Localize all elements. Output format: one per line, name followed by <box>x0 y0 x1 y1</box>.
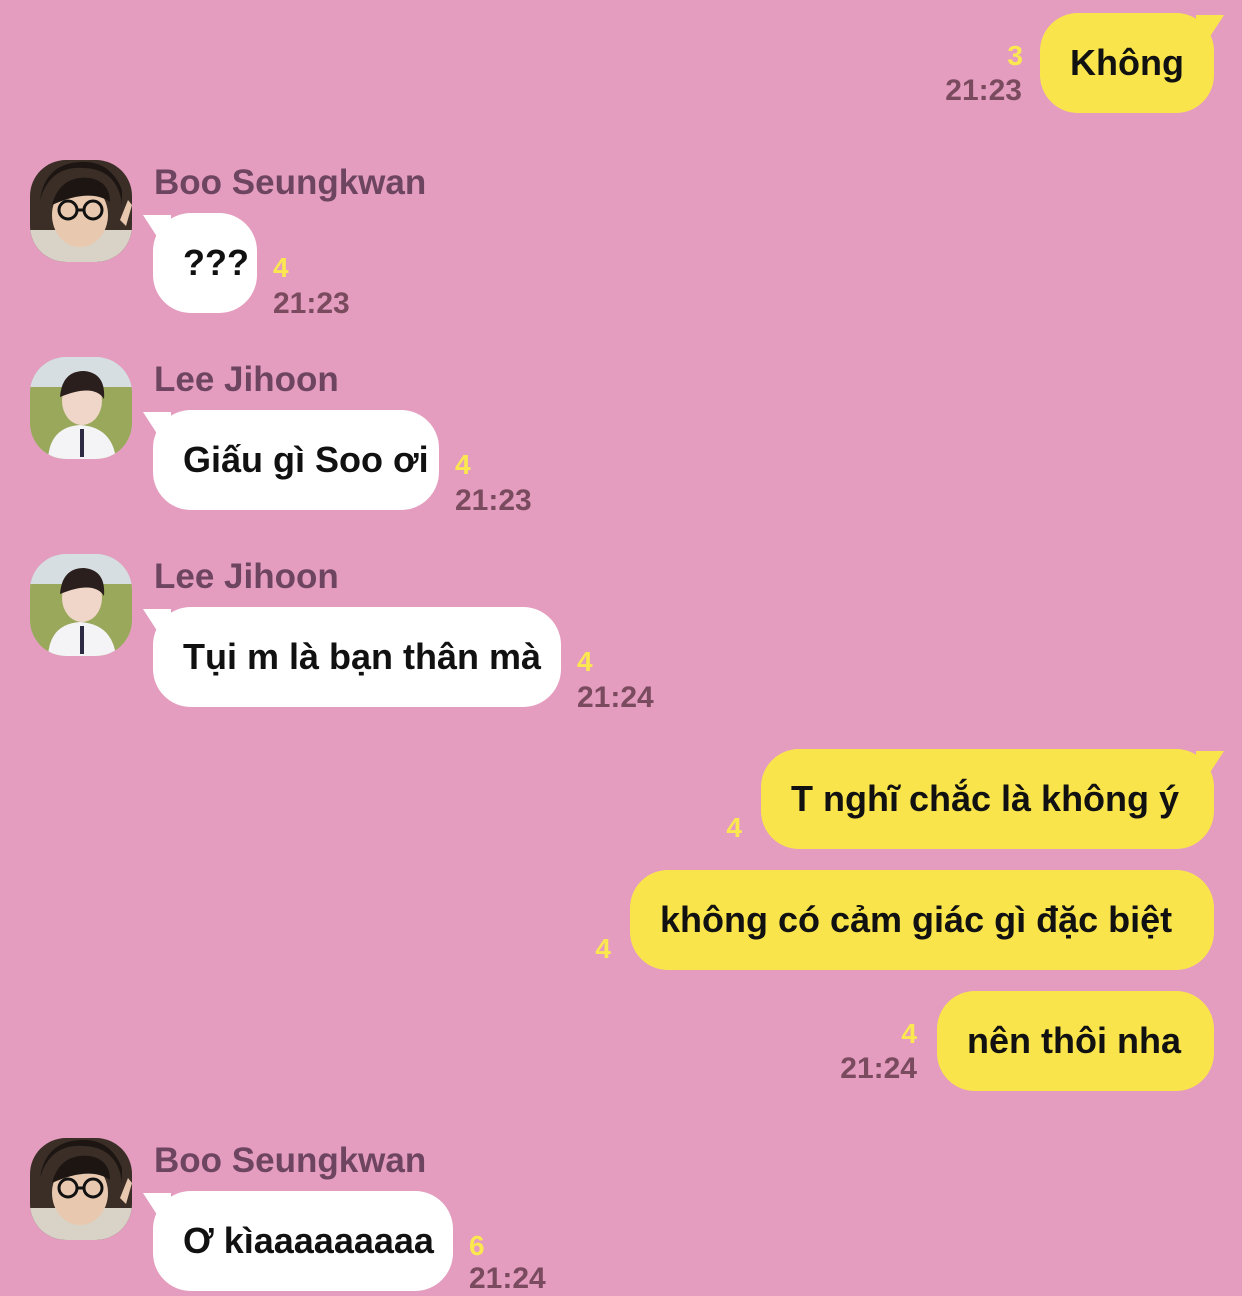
sender-name: Lee Jihoon <box>154 360 339 399</box>
unread-count: 3 <box>1007 40 1023 71</box>
my-message-bubble[interactable]: Không <box>1040 13 1224 113</box>
bubble-tail <box>143 609 171 635</box>
unread-count: 4 <box>273 252 289 283</box>
bubble-tail <box>143 1193 171 1219</box>
unread-count: 4 <box>595 933 611 964</box>
message-text: nên thôi nha <box>967 1020 1181 1061</box>
message-time: 21:24 <box>577 681 654 714</box>
bubble-tail <box>1196 15 1224 41</box>
sender-name: Boo Seungkwan <box>154 1141 427 1180</box>
unread-count: 4 <box>577 646 593 677</box>
message-time: 21:23 <box>273 287 350 320</box>
message-text: ??? <box>183 242 249 283</box>
message-text: T nghĩ chắc là không ý <box>791 778 1180 819</box>
my-message-bubble[interactable]: không có cảm giác gì đặc biệt <box>630 870 1214 970</box>
sender-name: Boo Seungkwan <box>154 163 427 202</box>
message-text: không có cảm giác gì đặc biệt <box>660 899 1173 940</box>
avatar-boo-seungkwan[interactable] <box>30 160 132 262</box>
unread-count: 4 <box>726 812 742 843</box>
message-text: Không <box>1070 42 1184 83</box>
avatar-boo-seungkwan[interactable] <box>30 1138 132 1240</box>
message-text: Ơ kìaaaaaaaaa <box>183 1220 434 1261</box>
avatar-lee-jihoon[interactable] <box>30 357 132 459</box>
message-time: 21:24 <box>840 1052 917 1085</box>
unread-count: 4 <box>901 1018 917 1049</box>
message-time: 21:23 <box>945 74 1022 107</box>
message-text: Giấu gì Soo ơi <box>183 439 429 480</box>
avatar-lee-jihoon[interactable] <box>30 554 132 656</box>
my-message-bubble[interactable]: nên thôi nha <box>937 991 1214 1091</box>
bubble-tail <box>143 215 171 241</box>
unread-count: 4 <box>455 449 471 480</box>
unread-count: 6 <box>469 1230 485 1261</box>
bubble-tail <box>143 412 171 438</box>
their-message-bubble[interactable]: Tụi m là bạn thân mà <box>143 607 561 707</box>
sender-name: Lee Jihoon <box>154 557 339 596</box>
their-message-bubble[interactable]: Giấu gì Soo ơi <box>143 410 439 510</box>
their-message-bubble[interactable]: ??? <box>143 213 257 313</box>
message-time: 21:24 <box>469 1262 546 1295</box>
bubble-tail <box>1196 751 1224 777</box>
my-message-bubble[interactable]: T nghĩ chắc là không ý <box>761 749 1224 849</box>
message-time: 21:23 <box>455 484 532 517</box>
message-text: Tụi m là bạn thân mà <box>183 636 542 677</box>
their-message-bubble[interactable]: Ơ kìaaaaaaaaa <box>143 1191 453 1291</box>
